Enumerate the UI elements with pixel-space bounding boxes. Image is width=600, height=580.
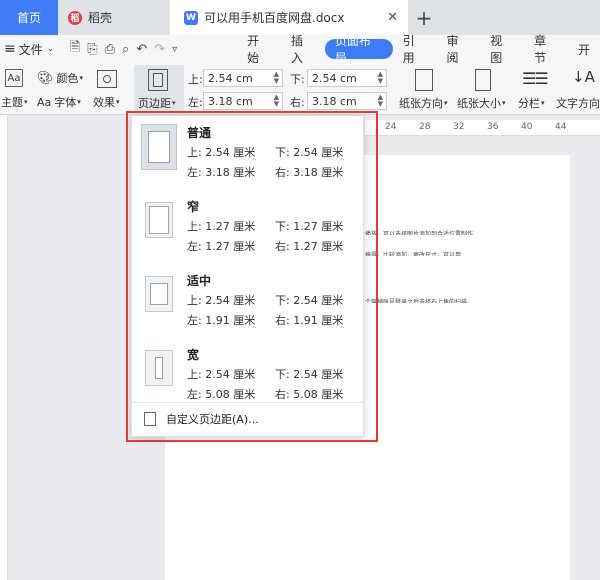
top-margin-label: 上: xyxy=(188,73,203,86)
font-icon: Aa xyxy=(37,95,52,109)
bottom-margin-label: 下: xyxy=(290,73,305,86)
ribbon-tab-view[interactable]: 视图 xyxy=(480,34,524,65)
vertical-ruler xyxy=(0,115,8,580)
effect-icon[interactable] xyxy=(97,70,117,88)
theme-icon[interactable]: Aa xyxy=(5,69,23,87)
top-margin-value: 2.54 cm xyxy=(208,71,253,85)
chevron-down-icon: ⌄ xyxy=(46,44,55,54)
text-direction-icon: ↓A xyxy=(572,68,595,86)
effect-button[interactable]: 效果 ▾ xyxy=(93,94,120,110)
columns-button[interactable]: 分栏 ▾ xyxy=(518,95,545,111)
margins-label: 页边距 xyxy=(138,97,171,110)
spinner-icon[interactable]: ▲ ▼ xyxy=(378,94,383,108)
theme-button[interactable]: 主题 ▾ xyxy=(1,94,28,110)
hamburger-icon: ≡ xyxy=(4,41,16,57)
new-tab-button[interactable]: + xyxy=(412,0,436,35)
right-margin-label: 右: xyxy=(290,96,305,109)
highlight-box xyxy=(126,111,378,442)
text-direction-button[interactable]: 文字方向 xyxy=(556,95,600,111)
top-margin-input[interactable]: 2.54 cm ▲ ▼ xyxy=(203,69,283,87)
paper-size-label: 纸张大小 xyxy=(457,97,501,110)
tab-daoke[interactable]: 稻 稻壳 xyxy=(58,0,170,35)
right-margin-input[interactable]: 3.18 cm ▲ ▼ xyxy=(307,92,387,110)
font-label: 字体 xyxy=(54,96,77,109)
left-margin-value: 3.18 cm xyxy=(208,94,253,108)
tab-home-label: 首页 xyxy=(16,11,41,25)
ruler-tick: 28 xyxy=(419,122,431,132)
ribbon-tab-page-layout[interactable]: 页面布局 xyxy=(324,34,393,65)
customize-toolbar-icon[interactable]: ▿ xyxy=(172,44,177,55)
ribbon-tab-start[interactable]: 开始 xyxy=(237,34,281,65)
left-margin-label: 左: xyxy=(188,96,203,109)
close-tab-icon[interactable]: ✕ xyxy=(387,10,398,25)
spinner-icon[interactable]: ▲ ▼ xyxy=(274,94,279,108)
bottom-margin-input[interactable]: 2.54 cm ▲ ▼ xyxy=(307,69,387,87)
document-text-line: 个营销账号登录之后选择右上角的扫描。 xyxy=(365,299,474,303)
text-direction-label: 文字方向 xyxy=(556,97,600,110)
document-text-line: 搞得，比较添加，更改尺寸，可以用 xyxy=(365,252,462,256)
ribbon-tab-review[interactable]: 审阅 xyxy=(436,34,480,65)
horizontal-ruler: 24 28 32 36 40 44 xyxy=(365,120,600,136)
ruler-tick: 24 xyxy=(385,122,397,132)
ruler-tick: 32 xyxy=(453,122,465,132)
columns-label: 分栏 xyxy=(518,97,540,110)
quick-access-toolbar: 🗎 ⎘ ⎙ ⌕ ↶ ↷ ▿ xyxy=(70,38,237,60)
ruler-tick: 40 xyxy=(521,122,533,132)
tab-bar: 首页 稻 稻壳 W 可以用手机百度网盘.docx ✕ + xyxy=(0,0,600,35)
tab-daoke-label: 稻壳 xyxy=(88,11,113,25)
save-icon[interactable]: 🗎 xyxy=(70,38,80,60)
orientation-icon xyxy=(415,69,433,91)
ribbon-page-layout: Aa 主题 ▾ 🎨︎ 颜色 ▾ Aa 字体 ▾ 效果 ▾ 页边距 ▾ 上: 2.54 cm ▲ ▼… xyxy=(0,63,600,115)
spinner-icon[interactable]: ▲ ▼ xyxy=(274,71,279,85)
orientation-button[interactable]: 纸张方向 ▾ xyxy=(399,95,448,111)
margins-label-wrap: 页边距 ▾ xyxy=(138,97,176,110)
document-text-line: 播放，可以选择图片添加到合适位置制作 xyxy=(365,231,474,235)
ribbon-tab-chapter[interactable]: 章节 xyxy=(524,34,568,65)
theme-label: 主题 xyxy=(1,96,23,109)
color-button[interactable]: 🎨︎ 颜色 ▾ xyxy=(37,70,83,86)
tab-document[interactable]: W 可以用手机百度网盘.docx ✕ xyxy=(170,0,408,35)
ribbon-tab-insert[interactable]: 插入 xyxy=(281,34,325,65)
right-margin-value: 3.18 cm xyxy=(312,94,357,108)
paper-size-icon xyxy=(475,69,491,91)
orientation-label: 纸张方向 xyxy=(399,97,443,110)
ribbon-tab-developer[interactable]: 开 xyxy=(568,39,600,59)
ribbon-tab-references[interactable]: 引用 xyxy=(393,34,437,65)
columns-icon: ☰☰ xyxy=(522,69,549,88)
effect-label: 效果 xyxy=(93,96,115,109)
file-menu-label: 文件 xyxy=(18,42,43,57)
spinner-icon[interactable]: ▲ ▼ xyxy=(378,71,383,85)
tab-document-label: 可以用手机百度网盘.docx xyxy=(204,11,345,25)
wps-doc-icon: W xyxy=(184,10,198,25)
paper-size-button[interactable]: 纸张大小 ▾ xyxy=(457,95,506,111)
bottom-margin-value: 2.54 cm xyxy=(312,71,357,85)
ruler-tick: 36 xyxy=(487,122,499,132)
undo-icon[interactable]: ↶ xyxy=(136,42,147,57)
print-icon[interactable]: ⎙ xyxy=(105,42,115,57)
tab-home[interactable]: 首页 xyxy=(0,0,58,35)
font-button[interactable]: Aa 字体 ▾ xyxy=(37,94,81,110)
ruler-tick: 44 xyxy=(555,122,567,132)
daoke-logo-icon: 稻 xyxy=(68,10,82,25)
margins-icon xyxy=(148,69,168,91)
export-icon[interactable]: ⎘ xyxy=(87,42,97,57)
ribbon-tabs: 开始 插入 页面布局 引用 审阅 视图 章节 开 xyxy=(237,34,600,65)
left-margin-input[interactable]: 3.18 cm ▲ ▼ xyxy=(203,92,283,110)
file-menu[interactable]: ≡ 文件 ⌄ xyxy=(0,41,70,58)
palette-icon: 🎨︎ xyxy=(37,70,54,86)
print-preview-icon[interactable]: ⌕ xyxy=(122,42,129,57)
redo-icon[interactable]: ↷ xyxy=(154,42,165,57)
page-gutter xyxy=(570,155,600,580)
color-label: 颜色 xyxy=(56,72,79,85)
menu-bar: ≡ 文件 ⌄ 🗎 ⎘ ⎙ ⌕ ↶ ↷ ▿ 开始 插入 页面布局 引用 审阅 视图… xyxy=(0,34,600,65)
